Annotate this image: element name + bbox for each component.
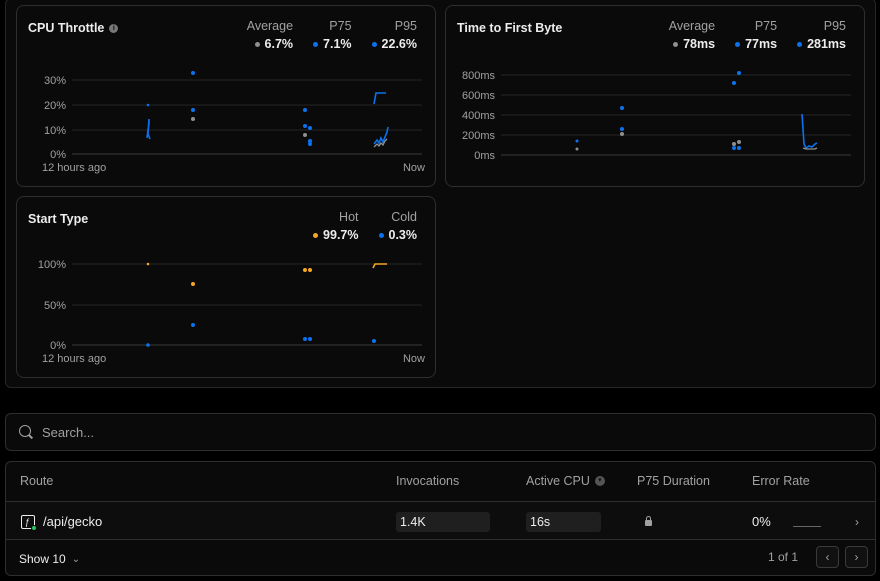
function-icon: ƒ [21,514,37,531]
column-header-active-cpu[interactable]: Active CPU ▾ [526,474,605,488]
start-type-chart[interactable]: 100% 50% 0% [17,197,437,379]
route-cell[interactable]: ƒ /api/gecko [21,502,102,541]
active-cpu-value: 16s [526,511,601,532]
chevron-down-icon: ⌄ [71,553,81,565]
next-page-button[interactable]: › [845,546,868,568]
table-footer: Show 10 ⌄ 1 of 1 ‹ › [6,541,875,575]
y-tick: 30% [44,75,66,87]
time-start-label: 12 hours ago [42,353,107,365]
search-bar[interactable] [5,413,876,451]
cpu-throttle-chart[interactable]: 30% 20% 10% 0% [17,6,437,188]
start-type-card: Start Type Hot 99.7% Cold 0.3% 100% 50% … [16,196,436,378]
lock-icon [645,516,652,526]
row-expand[interactable]: › [855,502,859,541]
ttfb-card: Time to First Byte Average 78ms P75 77ms… [445,5,865,187]
ttfb-chart[interactable]: 800ms 600ms 400ms 200ms 0ms [446,6,866,188]
invocations-value: 1.4K [396,511,490,532]
y-tick: 600ms [462,90,496,102]
prev-page-button[interactable]: ‹ [816,546,839,568]
invocations-cell: 1.4K [396,502,490,541]
error-rate-sparkline [792,526,821,527]
search-input[interactable] [42,424,842,440]
active-cpu-cell: 16s [526,502,601,541]
y-tick: 400ms [462,110,496,122]
show-count-select[interactable]: Show 10 ⌄ [19,552,80,566]
p75-duration-cell [637,502,652,541]
chevron-right-icon: › [855,514,859,529]
y-tick: 0% [50,149,66,161]
pagination: 1 of 1 ‹ › [768,546,868,568]
page-indicator: 1 of 1 [767,550,798,564]
sort-icon[interactable]: ▾ [594,476,605,486]
column-header-p75-duration[interactable]: P75 Duration [637,474,710,488]
y-tick: 0% [50,340,66,352]
column-header-route[interactable]: Route [20,474,53,488]
error-rate-value: 0% [752,514,771,529]
y-tick: 200ms [462,130,496,142]
y-tick: 20% [44,100,66,112]
cpu-throttle-card: CPU Throttle i Average 6.7% P75 7.1% P95… [16,5,436,187]
error-rate-cell: 0% [752,502,821,541]
chevron-left-icon: ‹ [825,550,830,564]
status-ok-icon [31,524,37,531]
y-tick: 100% [38,259,66,271]
table-row[interactable]: ƒ /api/gecko 1.4K 16s 0% › [6,501,875,540]
y-tick: 800ms [462,70,496,82]
time-end-label: Now [402,162,425,174]
y-tick: 0ms [474,150,495,162]
routes-table: Route Invocations Active CPU ▾ P75 Durat… [5,461,876,576]
column-header-label: Active CPU [526,474,590,488]
column-header-error-rate[interactable]: Error Rate [752,474,810,488]
chevron-right-icon: › [854,550,859,564]
y-tick: 10% [44,125,66,137]
search-icon [18,424,34,440]
y-tick: 50% [44,300,66,312]
column-header-invocations[interactable]: Invocations [396,474,459,488]
time-end-label: Now [402,353,425,365]
show-count-label: Show 10 [19,552,66,566]
route-path: /api/gecko [43,514,103,529]
time-start-label: 12 hours ago [42,162,107,174]
